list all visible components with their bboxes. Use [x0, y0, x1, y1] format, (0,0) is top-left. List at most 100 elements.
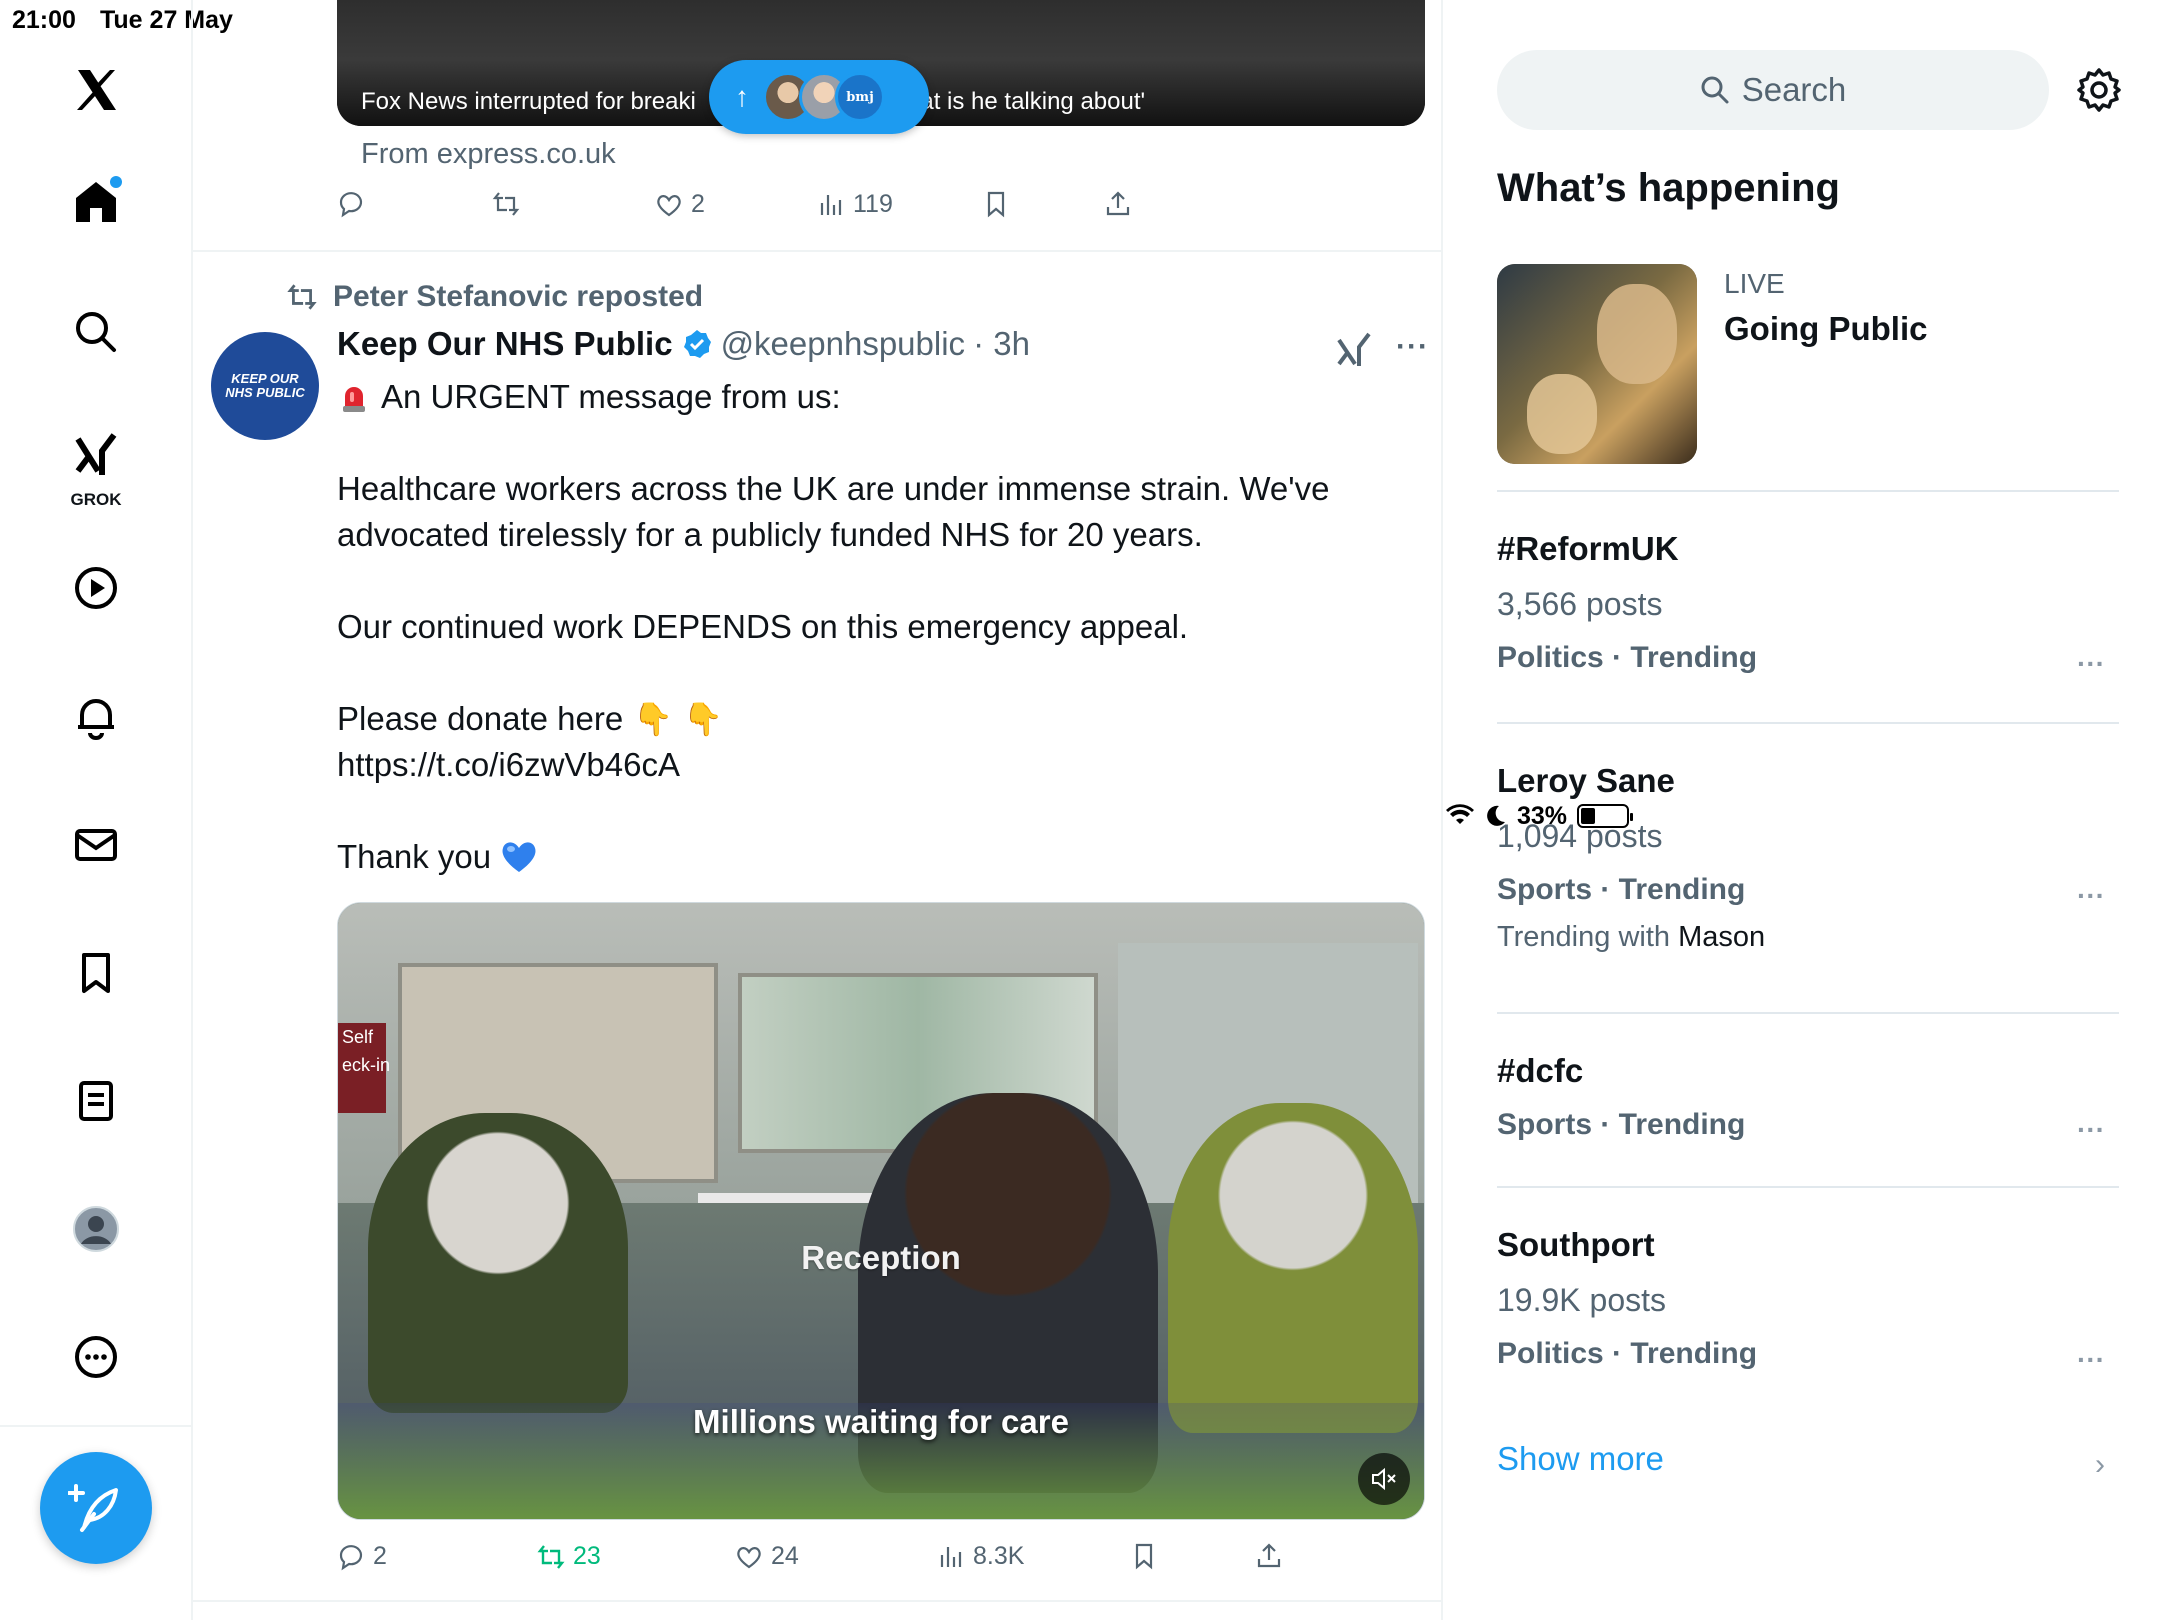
- avatar-text: NHS PUBLIC: [225, 385, 305, 400]
- more-options-icon[interactable]: ···: [1396, 330, 1429, 364]
- bookmark-icon: [82, 953, 110, 993]
- list-icon: [79, 1081, 113, 1121]
- mute-button[interactable]: [1358, 1453, 1410, 1505]
- nav-video[interactable]: [56, 548, 136, 628]
- trend-more-icon[interactable]: ···: [2077, 880, 2105, 912]
- trend-category: Politics · Trending: [1497, 641, 1758, 674]
- post-video[interactable]: Self eck-in Reception Millions waiting f…: [337, 902, 1425, 1520]
- share-button[interactable]: [1255, 1542, 1283, 1570]
- trend-title: Leroy Sane: [1497, 762, 1675, 799]
- grok-icon[interactable]: [1335, 330, 1373, 368]
- repost-context[interactable]: Peter Stefanovic reposted: [285, 280, 703, 314]
- trend-divider: [1497, 722, 2119, 724]
- repost-icon: [287, 284, 317, 310]
- source-link[interactable]: From express.co.uk: [361, 138, 616, 171]
- trend-with: Trending with Mason: [1497, 921, 2119, 954]
- reply-count: 2: [373, 1542, 387, 1570]
- bookmark-icon: [1135, 1543, 1153, 1570]
- views-button[interactable]: 8.3K: [937, 1542, 1024, 1571]
- author-handle[interactable]: @keepnhspublic: [721, 325, 966, 363]
- show-more-link[interactable]: Show more: [1497, 1440, 1664, 1478]
- repost-button[interactable]: [492, 190, 520, 218]
- unread-dot: [110, 176, 122, 188]
- arrow-up-icon: ↑: [735, 81, 749, 112]
- nav-more[interactable]: [56, 1317, 136, 1397]
- post-line-1: An URGENT message from us:: [381, 378, 841, 415]
- search-placeholder: Search: [1741, 71, 1847, 108]
- trend-more-icon[interactable]: ···: [2077, 1344, 2105, 1376]
- like-count: 2: [691, 190, 705, 218]
- like-count: 24: [771, 1542, 799, 1570]
- reply-icon: [339, 192, 363, 218]
- nav-bookmarks[interactable]: [56, 933, 136, 1013]
- heart-icon: [737, 1546, 761, 1568]
- video-icon: [75, 567, 117, 609]
- trend-title: Southport: [1497, 1226, 1655, 1263]
- post-thanks: Thank you: [337, 838, 492, 875]
- repost-button[interactable]: 23: [537, 1542, 601, 1571]
- compose-icon: [68, 1484, 118, 1532]
- chevron-right-icon: ›: [2095, 1448, 2105, 1481]
- timeline: Fox News interrupted for breaki hat is h…: [193, 0, 1443, 1620]
- trend-with-name[interactable]: Mason: [1678, 921, 1765, 953]
- like-button[interactable]: 24: [735, 1542, 799, 1571]
- share-button[interactable]: [1104, 190, 1132, 218]
- views-icon: [940, 1546, 962, 1567]
- grok-icon: [75, 433, 117, 475]
- pointing-down-emoji-icon: 👇: [683, 701, 723, 737]
- live-label: LIVE: [1724, 268, 1785, 299]
- views-button[interactable]: 119: [817, 190, 893, 219]
- right-sidebar: Search What’s happening LIVE Going Publi…: [1445, 0, 2160, 1620]
- search-input[interactable]: Search: [1497, 50, 2049, 130]
- live-title[interactable]: Going Public: [1724, 310, 1928, 348]
- new-posts-pill[interactable]: ↑ bmj: [709, 60, 929, 134]
- mute-icon: [1372, 1467, 1396, 1491]
- nav-lists[interactable]: [56, 1061, 136, 1141]
- reply-button[interactable]: 2: [337, 1542, 387, 1571]
- video-caption-reception: Reception: [801, 1239, 961, 1276]
- nav-home[interactable]: [56, 162, 136, 242]
- like-button[interactable]: 2: [655, 190, 705, 219]
- whats-happening-heading: What’s happening: [1497, 166, 1840, 210]
- avatar-text: KEEP OUR: [231, 371, 299, 387]
- share-icon: [1257, 1543, 1281, 1568]
- bookmark-button[interactable]: [982, 190, 1010, 218]
- trend-divider: [1497, 1012, 2119, 1014]
- trend-item[interactable]: #dcfc Sports · Trending ···: [1497, 1052, 2119, 1145]
- nav-explore[interactable]: [56, 292, 136, 372]
- compose-button[interactable]: [40, 1452, 152, 1564]
- post-time[interactable]: · 3h: [973, 325, 1030, 363]
- post-header: Keep Our NHS Public @keepnhspublic · 3h: [337, 325, 1030, 363]
- trend-title: #ReformUK: [1497, 530, 1679, 567]
- trend-item[interactable]: Southport 19.9K posts Politics · Trendin…: [1497, 1226, 2119, 1375]
- previous-media-caption-end: hat is he talking about': [907, 88, 1146, 115]
- nav-notifications[interactable]: [56, 677, 136, 757]
- nav-profile[interactable]: [56, 1189, 136, 1269]
- view-count: 119: [853, 190, 893, 218]
- view-count: 8.3K: [973, 1542, 1025, 1570]
- live-event-thumbnail[interactable]: [1497, 264, 1697, 464]
- search-icon: [76, 312, 116, 352]
- reply-button[interactable]: [337, 190, 365, 218]
- share-icon: [1106, 191, 1130, 216]
- bookmark-button[interactable]: [1130, 1542, 1158, 1570]
- trend-with-prefix: Trending with: [1497, 921, 1671, 953]
- x-logo-icon[interactable]: [56, 50, 136, 130]
- trend-item[interactable]: Leroy Sane 1,094 posts Sports · Trending…: [1497, 762, 2119, 954]
- nav-grok[interactable]: GROK: [56, 420, 136, 512]
- trend-item[interactable]: #ReformUK 3,566 posts Politics · Trendin…: [1497, 530, 2119, 679]
- left-nav: GROK: [0, 0, 193, 1620]
- repost-count: 23: [573, 1542, 601, 1570]
- trend-more-icon[interactable]: ···: [2077, 648, 2105, 680]
- more-icon: [75, 1336, 117, 1378]
- search-icon: [1701, 76, 1729, 104]
- avatar[interactable]: KEEP OUR NHS PUBLIC: [211, 332, 319, 440]
- settings-icon[interactable]: [2075, 66, 2123, 114]
- repost-icon: [537, 1544, 565, 1569]
- post-link[interactable]: https://t.co/i6zwVb46cA: [337, 742, 1397, 788]
- author-name[interactable]: Keep Our NHS Public: [337, 325, 673, 363]
- trend-more-icon[interactable]: ···: [2077, 1114, 2105, 1146]
- nav-messages[interactable]: [56, 805, 136, 885]
- bookmark-icon: [987, 191, 1005, 218]
- video-caption: Millions waiting for care: [693, 1403, 1069, 1440]
